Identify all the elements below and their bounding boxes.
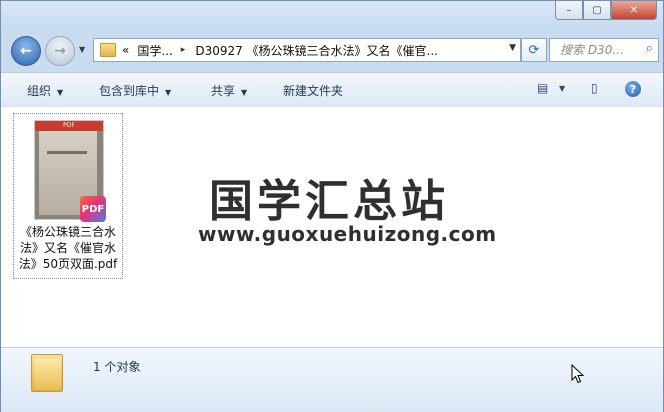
thumbnail-text-line (47, 151, 87, 154)
preview-pane-icon[interactable]: ▯ (591, 81, 598, 95)
folder-icon (31, 354, 63, 392)
pdf-badge-icon: PDF (80, 196, 106, 222)
refresh-button[interactable]: ⟳ (521, 38, 547, 62)
mouse-cursor-icon (571, 364, 585, 384)
view-options-chevron-icon[interactable]: ▼ (559, 84, 565, 93)
search-input[interactable] (558, 42, 642, 58)
file-list-pane[interactable]: PDF PDF 《杨公珠镜三合水法》又名《催官水法》50页双面.pdf 国学汇总… (1, 107, 663, 347)
new-folder-button[interactable]: 新建文件夹 (283, 82, 343, 99)
folder-front (34, 359, 61, 390)
details-pane: 1 个对象 (1, 347, 663, 412)
navigation-bar: ← → ▼ « 国学... ▸ D30927 《杨公珠镜三合水法》又名《催官..… (1, 35, 663, 66)
share-label: 共享 (211, 84, 236, 98)
file-name: 《杨公珠镜三合水法》又名《催官水法》50页双面.pdf (18, 225, 118, 271)
watermark-url: www.guoxuehuizong.com (198, 222, 497, 246)
file-item[interactable]: PDF PDF 《杨公珠镜三合水法》又名《催官水法》50页双面.pdf (13, 113, 123, 279)
title-bar: – ▢ ✕ (1, 1, 663, 31)
breadcrumb-item-guoxue[interactable]: 国学... (137, 42, 172, 59)
address-dropdown-icon[interactable]: ▼ (509, 43, 516, 53)
new-folder-label: 新建文件夹 (283, 84, 344, 98)
organize-label: 组织 (27, 84, 52, 98)
explorer-window: – ▢ ✕ ← → ▼ « 国学... ▸ D30927 《杨公珠镜三合水法》又… (0, 0, 664, 412)
forward-button[interactable]: → (45, 36, 75, 66)
search-box[interactable]: ⌕ (549, 38, 659, 62)
help-icon[interactable]: ? (625, 81, 641, 97)
include-in-library-button[interactable]: 包含到库中 ▼ (99, 82, 171, 99)
thumbnail-header: PDF (35, 121, 103, 131)
breadcrumb-overflow[interactable]: « (122, 43, 129, 57)
recent-pages-dropdown[interactable]: ▼ (79, 45, 85, 54)
command-bar: 组织 ▼ 包含到库中 ▼ 共享 ▼ 新建文件夹 ▤ ▼ ▯ ? (1, 72, 663, 108)
breadcrumb-separator-icon[interactable]: ▸ (181, 45, 186, 55)
refresh-icon: ⟳ (528, 42, 540, 58)
back-button[interactable]: ← (11, 36, 41, 66)
search-icon[interactable]: ⌕ (646, 41, 653, 56)
address-bar[interactable]: « 国学... ▸ D30927 《杨公珠镜三合水法》又名《催官... ▼ (93, 38, 521, 62)
chevron-down-icon: ▼ (57, 88, 64, 97)
folder-icon (100, 43, 116, 57)
close-button[interactable]: ✕ (611, 1, 657, 20)
maximize-button[interactable]: ▢ (583, 1, 611, 20)
caption-buttons: – ▢ ✕ (555, 1, 657, 20)
share-button[interactable]: 共享 ▼ (211, 82, 247, 99)
chevron-down-icon: ▼ (165, 88, 172, 97)
breadcrumb-item-current[interactable]: D30927 《杨公珠镜三合水法》又名《催官... (195, 42, 438, 59)
item-count: 1 个对象 (93, 360, 141, 374)
change-view-icon[interactable]: ▤ (537, 81, 548, 95)
minimize-button[interactable]: – (555, 1, 583, 20)
include-in-library-label: 包含到库中 (99, 84, 160, 98)
organize-button[interactable]: 组织 ▼ (27, 82, 63, 99)
chevron-down-icon: ▼ (241, 88, 248, 97)
watermark-title: 国学汇总站 (209, 176, 449, 227)
